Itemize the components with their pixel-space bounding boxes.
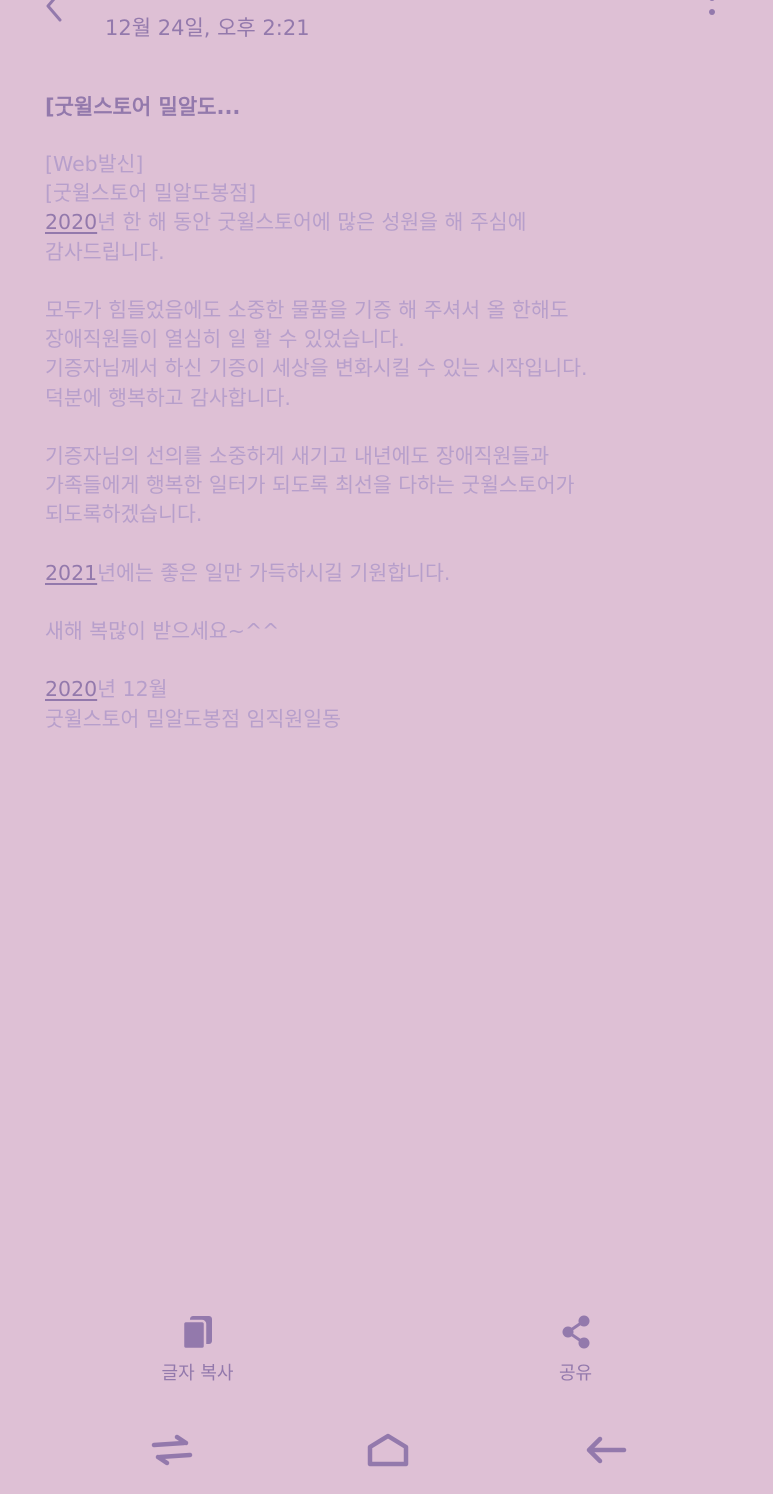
message-line-text: 년 12월 (97, 677, 168, 702)
share-icon (562, 1315, 589, 1349)
back-arrow-icon (586, 1436, 627, 1464)
system-nav-bar (0, 1415, 773, 1485)
home-button[interactable] (358, 1427, 418, 1473)
message-line: 덕분에 행복하고 감사합니다. (45, 385, 291, 410)
message-line: 감사드립니다. (45, 239, 165, 264)
copy-icon (181, 1316, 212, 1350)
date-link[interactable]: 2020 (45, 210, 97, 234)
copy-text-label: 글자 복사 (161, 1363, 234, 1384)
back-button[interactable] (36, 0, 72, 24)
message-line: 새해 복많이 받으세요~^^ (45, 619, 280, 643)
more-options-button[interactable] (698, 0, 726, 24)
home-icon (367, 1433, 409, 1467)
message-line: 모두가 힘들었음에도 소중한 물품을 기증 해 주셔서 올 한해도 (45, 297, 569, 322)
header: 12월 24일, 오후 2:21 (0, 0, 773, 60)
header-date: 12월 24일, 오후 2:21 (105, 16, 310, 40)
message-line-text: 년에는 좋은 일만 가득하시길 기원합니다. (97, 560, 451, 585)
message-title: [굿윌스토어 밀알도... (45, 95, 241, 119)
date-link[interactable]: 2021 (45, 561, 97, 585)
message-body: [Web발신] [굿윌스토어 밀알도봉점] 2020년 한 해 동안 굿윌스토어… (45, 150, 745, 734)
copy-text-button[interactable]: 글자 복사 (140, 1314, 255, 1385)
message-line: 2020년 12월 (45, 675, 745, 704)
share-label: 공유 (558, 1363, 593, 1384)
message-line-text: 년 한 해 동안 굿윌스토어에 많은 성원을 해 주심에 (97, 210, 527, 235)
message-line: 기증자님께서 하신 기증이 세상을 변화시킬 수 있는 시작입니다. (45, 356, 588, 381)
recents-icon (151, 1434, 193, 1466)
message-line: 되도록하겠습니다. (45, 502, 203, 527)
message-line: 장애직원들이 열심히 일 할 수 있었습니다. (45, 327, 405, 352)
message-line: 굿윌스토어 밀알도봉점 임직원일동 (45, 706, 341, 731)
message-line: [Web발신] (45, 152, 144, 176)
message-line: 기증자님의 선의를 소중하게 새기고 내년에도 장애직원들과 (45, 443, 550, 468)
message-line: 2021년에는 좋은 일만 가득하시길 기원합니다. (45, 559, 745, 588)
action-bar: 글자 복사 공유 (0, 1300, 773, 1400)
more-vertical-icon (709, 0, 715, 15)
message-line: [굿윌스토어 밀알도봉점] (45, 181, 257, 206)
chevron-left-icon (46, 0, 62, 22)
share-button[interactable]: 공유 (518, 1314, 633, 1385)
message-line: 2020년 한 해 동안 굿윌스토어에 많은 성원을 해 주심에 (45, 208, 745, 237)
date-link[interactable]: 2020 (45, 677, 97, 701)
system-back-button[interactable] (575, 1427, 635, 1473)
recents-button[interactable] (142, 1427, 202, 1473)
message-line: 가족들에게 행복한 일터가 되도록 최선을 다하는 굿윌스토어가 (45, 473, 575, 498)
